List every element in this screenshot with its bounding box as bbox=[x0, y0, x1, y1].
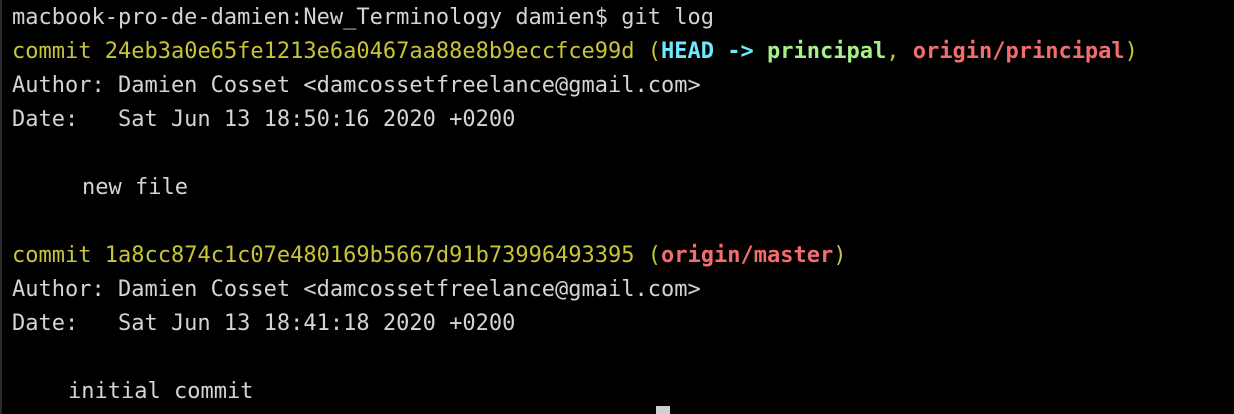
ref-comma: , bbox=[886, 39, 900, 64]
ref-close-paren-1: ) bbox=[1124, 39, 1138, 64]
commit-label-1: commit bbox=[12, 39, 92, 64]
date-line-2: Date: Sat Jun 13 18:41:18 2020 +0200 bbox=[12, 311, 516, 336]
commit-line-1: commit 24eb3a0e65fe1213e6a0467aa88e8b9ec… bbox=[12, 37, 1138, 67]
commit-hash-1: 24eb3a0e65fe1213e6a0467aa88e8b9eccfce99d bbox=[104, 39, 635, 64]
remote-ref-origin-principal: origin/principal bbox=[912, 39, 1125, 64]
commit-message-1: new file bbox=[82, 175, 188, 200]
author-line-1: Author: Damien Cosset <damcossetfreelanc… bbox=[12, 73, 701, 98]
terminal-window[interactable]: macbook-pro-de-damien:New_Terminology da… bbox=[0, 0, 1234, 414]
window-edge bbox=[0, 0, 2, 414]
head-ref: HEAD bbox=[661, 39, 715, 64]
prompt-line: macbook-pro-de-damien:New_Terminology da… bbox=[12, 5, 714, 30]
commit-message-2: initial commit bbox=[68, 379, 254, 404]
branch-ref-principal: principal bbox=[767, 39, 887, 64]
remote-ref-origin-master: origin/master bbox=[661, 243, 834, 268]
head-arrow: -> bbox=[727, 39, 754, 64]
commit-hash-2: 1a8cc874c1c07e480169b5667d91b73996493395 bbox=[104, 243, 635, 268]
ref-open-paren-1: ( bbox=[647, 39, 662, 64]
author-line-2: Author: Damien Cosset <damcossetfreelanc… bbox=[12, 277, 701, 302]
ref-close-paren-2: ) bbox=[833, 243, 847, 268]
commit-line-2: commit 1a8cc874c1c07e480169b5667d91b7399… bbox=[12, 241, 846, 271]
ref-open-paren-2: ( bbox=[647, 243, 662, 268]
terminal-cursor bbox=[656, 406, 670, 414]
commit-label-2: commit bbox=[12, 243, 92, 268]
date-line-1: Date: Sat Jun 13 18:50:16 2020 +0200 bbox=[12, 107, 516, 132]
